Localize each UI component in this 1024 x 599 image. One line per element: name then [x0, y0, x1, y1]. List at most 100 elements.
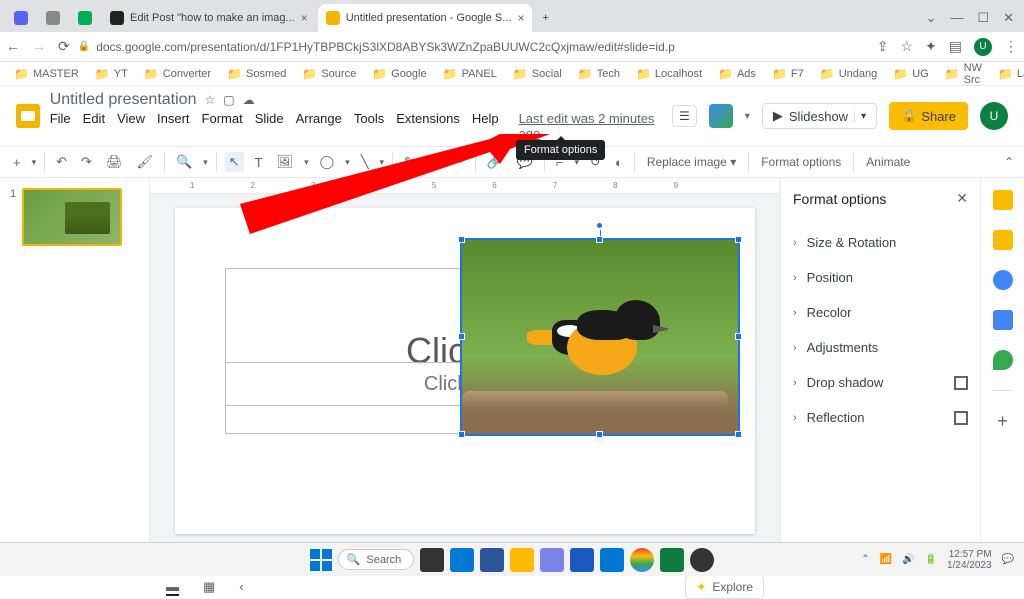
bookmark-item[interactable]: 📁F7 [766, 65, 810, 83]
media-icon[interactable] [690, 548, 714, 572]
replace-image-button[interactable]: Replace image ▾ [643, 155, 740, 169]
teams-icon[interactable] [540, 548, 564, 572]
tasks-icon[interactable] [993, 270, 1013, 290]
animate-button[interactable]: Animate [862, 155, 914, 169]
resize-handle[interactable] [458, 236, 465, 243]
chevron-down-icon[interactable]: ▾ [203, 157, 208, 168]
checkbox[interactable] [954, 411, 968, 425]
menu-format[interactable]: Format [202, 111, 243, 141]
bookmark-item[interactable]: 📁Land [992, 65, 1024, 83]
slides-logo-icon[interactable] [16, 104, 40, 128]
zoom-icon[interactable]: 🔍 [173, 154, 195, 170]
chevron-down-icon[interactable]: ▾ [345, 157, 350, 168]
comment-history-icon[interactable]: ☰ [672, 105, 697, 127]
last-edit-link[interactable]: Last edit was 2 minutes ago [519, 111, 672, 141]
shape-icon[interactable]: ◯ [317, 154, 338, 170]
chrome-icon[interactable] [630, 548, 654, 572]
edge-icon[interactable] [450, 548, 474, 572]
canvas-area[interactable]: Click to Click to a [150, 194, 780, 548]
bookmark-item[interactable]: 📁UG [887, 65, 934, 83]
app-icon[interactable] [570, 548, 594, 572]
bookmark-item[interactable]: 📁Converter [138, 65, 217, 83]
browser-tab[interactable]: Edit Post "how to make an imag...× [102, 4, 316, 32]
reload-icon[interactable]: ⟳ [58, 38, 70, 55]
print-icon[interactable]: 🖨 [103, 154, 126, 170]
browser-tab[interactable] [38, 4, 68, 32]
calendar-icon[interactable] [993, 190, 1013, 210]
undo-icon[interactable]: ↶ [53, 154, 70, 170]
maps-icon[interactable] [993, 350, 1013, 370]
menu-extensions[interactable]: Extensions [396, 111, 460, 141]
section-size-rotation[interactable]: ›Size & Rotation [793, 225, 968, 260]
bookmark-item[interactable]: 📁Tech [572, 65, 626, 83]
notifications-icon[interactable]: 💬 [1002, 554, 1014, 565]
slideshow-button[interactable]: ▶ Slideshow ▾ [762, 103, 877, 129]
border-dash-icon[interactable]: ⋯ [448, 154, 467, 170]
account-avatar[interactable]: U [980, 102, 1008, 130]
checkbox[interactable] [954, 376, 968, 390]
selected-image[interactable] [460, 238, 740, 436]
volume-icon[interactable]: 🔊 [902, 554, 914, 565]
resize-handle[interactable] [596, 431, 603, 438]
rotate-handle[interactable] [596, 222, 603, 229]
bookmark-item[interactable]: 📁NW Src [939, 60, 988, 88]
bookmark-item[interactable]: 📁MASTER [8, 65, 85, 83]
section-position[interactable]: ›Position [793, 260, 968, 295]
close-icon[interactable]: ✕ [956, 190, 968, 207]
menu-icon[interactable]: ⋮ [1004, 38, 1018, 55]
move-icon[interactable]: ▢ [223, 93, 234, 107]
resize-handle[interactable] [735, 236, 742, 243]
browser-tab[interactable] [6, 4, 36, 32]
new-slide-button[interactable]: + [10, 155, 24, 170]
resize-handle[interactable] [458, 333, 465, 340]
window-close-icon[interactable]: ✕ [1003, 10, 1014, 26]
bookmark-item[interactable]: 📁Undang [814, 65, 884, 83]
reading-list-icon[interactable]: ▤ [949, 38, 962, 55]
menu-tools[interactable]: Tools [354, 111, 384, 141]
select-icon[interactable]: ↖ [225, 152, 244, 172]
section-recolor[interactable]: ›Recolor [793, 295, 968, 330]
browser-tab-active[interactable]: Untitled presentation - Google S...× [318, 4, 533, 32]
resize-handle[interactable] [596, 236, 603, 243]
resize-handle[interactable] [735, 431, 742, 438]
collapse-filmstrip-icon[interactable]: ‹ [239, 579, 243, 596]
address-bar[interactable]: 🔒 docs.google.com/presentation/d/1FP1HyT… [78, 40, 869, 54]
chevron-down-icon[interactable]: ⌄ [926, 10, 937, 26]
contacts-icon[interactable] [993, 310, 1013, 330]
bookmark-item[interactable]: 📁Google [366, 65, 432, 83]
grid-view-icon[interactable]: ▦ [203, 579, 215, 596]
bookmark-item[interactable]: 📁Localhost [630, 65, 708, 83]
filmstrip-view-icon[interactable]: ▬ [166, 579, 179, 596]
line-icon[interactable]: ╲ [358, 154, 372, 170]
menu-help[interactable]: Help [472, 111, 499, 141]
redo-icon[interactable]: ↷ [78, 154, 95, 170]
explorer-icon[interactable] [510, 548, 534, 572]
resize-handle[interactable] [458, 431, 465, 438]
bookmark-item[interactable]: 📁Source [296, 65, 362, 83]
chevron-down-icon[interactable]: ▾ [32, 157, 37, 168]
link-icon[interactable]: 🔗 [484, 154, 506, 170]
image-icon[interactable]: 🖼 [274, 154, 297, 170]
star-icon[interactable]: ☆ [204, 93, 215, 107]
border-color-icon[interactable]: ✎ [401, 154, 418, 170]
explore-button[interactable]: ✦ Explore [685, 575, 764, 599]
menu-view[interactable]: View [117, 111, 145, 141]
section-reflection[interactable]: ›Reflection [793, 400, 968, 435]
close-icon[interactable]: × [301, 11, 308, 25]
wifi-icon[interactable]: 📶 [880, 554, 892, 565]
menu-arrange[interactable]: Arrange [296, 111, 342, 141]
chevron-down-icon[interactable]: ▾ [380, 157, 385, 168]
meet-icon[interactable] [709, 104, 733, 128]
chevron-up-icon[interactable]: ⌃ [861, 554, 869, 565]
word-icon[interactable] [480, 548, 504, 572]
back-icon[interactable]: ← [6, 38, 20, 55]
slide-canvas[interactable]: Click to Click to a [175, 208, 755, 534]
menu-file[interactable]: File [50, 111, 71, 141]
maximize-icon[interactable]: ☐ [977, 10, 989, 26]
keep-icon[interactable] [993, 230, 1013, 250]
border-weight-icon[interactable]: ≡ [426, 155, 440, 170]
bookmark-item[interactable]: 📁Sosmed [221, 65, 292, 83]
forward-icon[interactable]: → [32, 38, 46, 55]
battery-icon[interactable]: 🔋 [925, 554, 937, 565]
app-icon[interactable] [600, 548, 624, 572]
